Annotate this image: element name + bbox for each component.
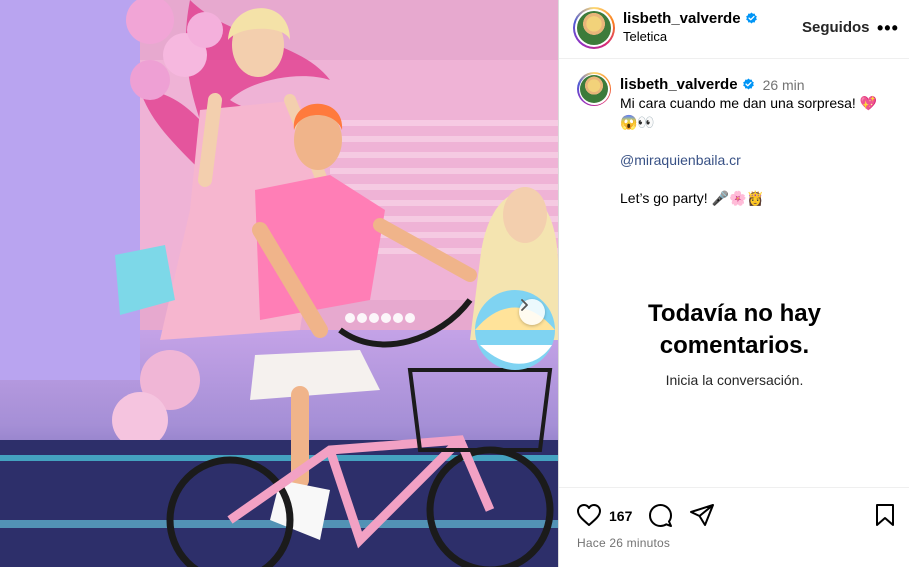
author-row: lisbeth_valverde xyxy=(623,10,758,27)
verified-badge-icon xyxy=(745,12,757,24)
author-avatar[interactable] xyxy=(573,7,615,49)
comment-icon xyxy=(649,504,672,527)
caption-line: Let’s go party! 🎤🌸👸 xyxy=(620,190,764,206)
verified-badge-icon xyxy=(742,78,754,90)
author-username[interactable]: lisbeth_valverde xyxy=(623,10,741,27)
no-comments-title: Todavía no hay xyxy=(648,300,821,327)
post-location[interactable]: Teletica xyxy=(623,29,667,44)
more-options-button[interactable]: ••• xyxy=(877,18,899,39)
caption-line: 😱👀 xyxy=(620,114,655,130)
share-button[interactable] xyxy=(689,503,715,532)
post-details-panel: lisbeth_valverde Teletica Seguidos ••• l… xyxy=(558,0,909,567)
caption-line: Mi cara cuando me dan una sorpresa! 💖 xyxy=(620,95,878,111)
post-time-ago[interactable]: Hace 26 minutos xyxy=(577,536,670,550)
post-header: lisbeth_valverde Teletica Seguidos ••• xyxy=(559,0,909,59)
mention-link[interactable]: @miraquienbaila.cr xyxy=(620,151,900,170)
no-comments-subtitle: Inicia la conversación. xyxy=(665,372,804,388)
like-button[interactable] xyxy=(576,503,602,532)
chevron-right-icon xyxy=(521,299,528,311)
post-photo-illustration xyxy=(0,0,558,567)
post-image[interactable] xyxy=(0,0,558,567)
no-comments-title-line2: comentarios. xyxy=(659,332,810,359)
save-button[interactable] xyxy=(875,503,895,532)
bookmark-icon xyxy=(876,504,894,526)
caption-header: lisbeth_valverde 26 min xyxy=(620,76,805,93)
heart-icon xyxy=(577,504,601,526)
comment-button[interactable] xyxy=(648,503,673,533)
caption-timestamp[interactable]: 26 min xyxy=(763,77,805,93)
like-count[interactable]: 167 xyxy=(609,508,632,524)
following-button[interactable]: Seguidos xyxy=(802,19,870,36)
caption-text: Mi cara cuando me dan una sorpresa! 💖 😱👀… xyxy=(620,94,900,208)
caption-author-avatar[interactable] xyxy=(577,72,611,106)
carousel-next-button[interactable] xyxy=(519,299,545,325)
send-icon xyxy=(690,504,714,526)
post-actions-bar: 167 Hace 26 minutos xyxy=(559,487,909,568)
more-horizontal-icon: ••• xyxy=(877,18,899,38)
caption-username[interactable]: lisbeth_valverde xyxy=(620,76,738,93)
